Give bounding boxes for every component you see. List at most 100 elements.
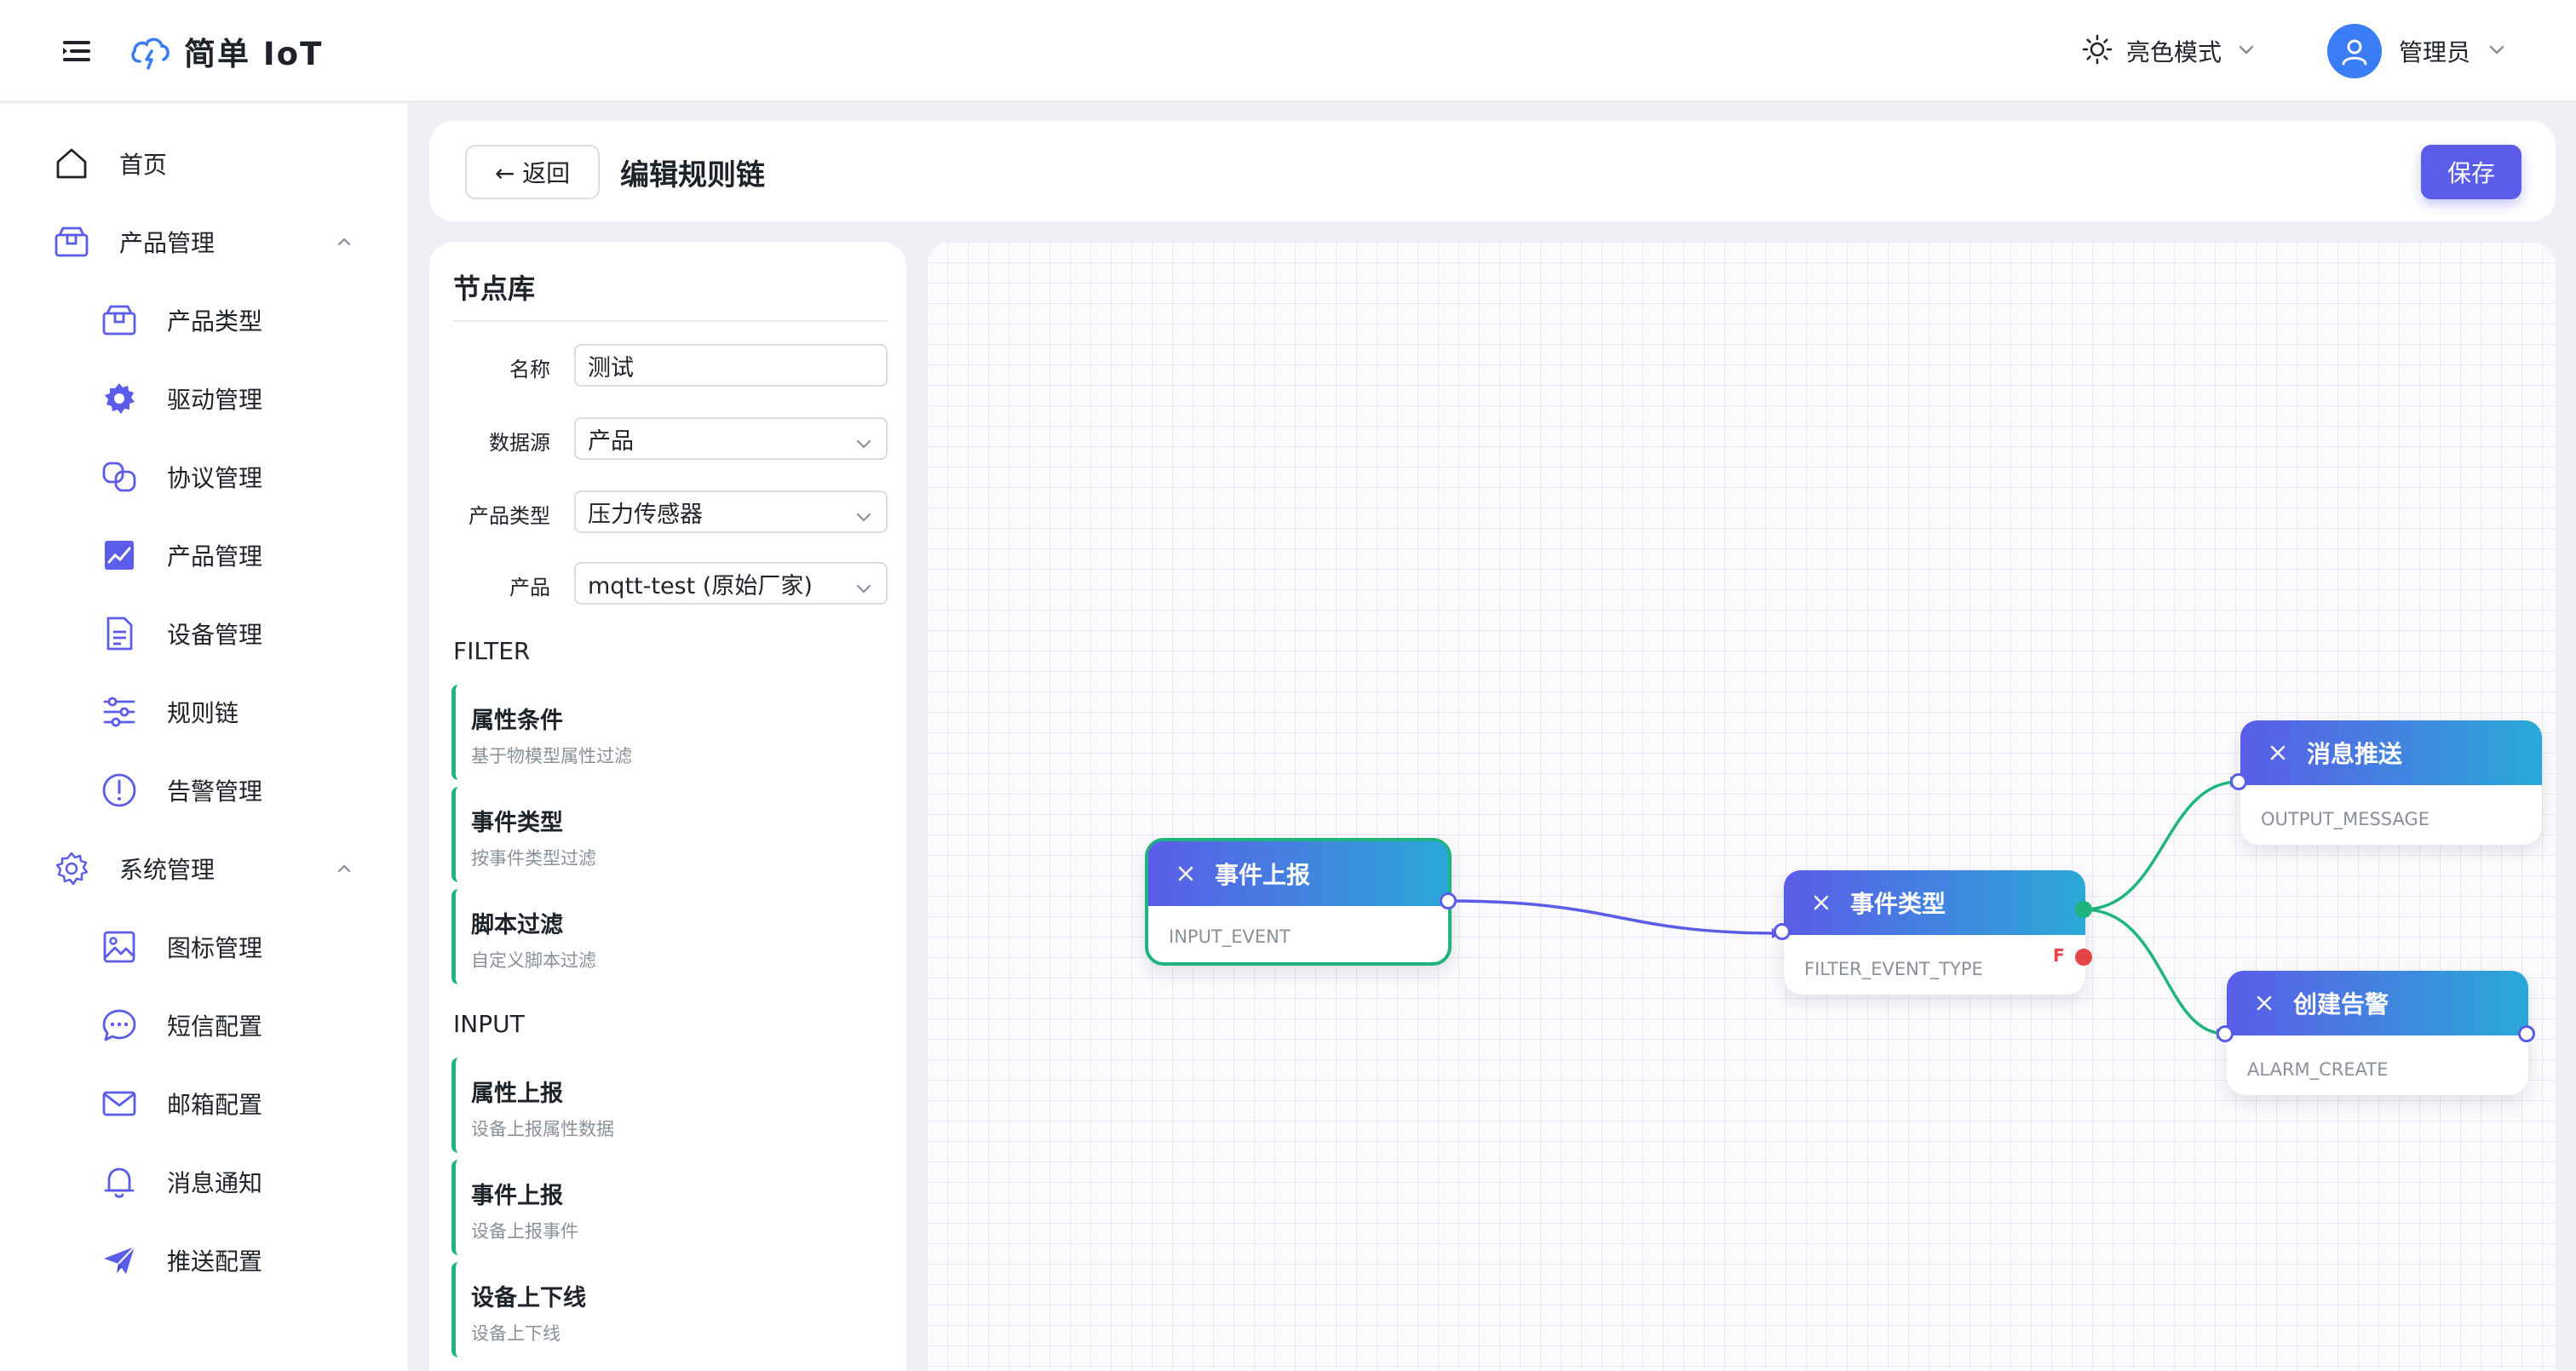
name-input[interactable]: 测试 <box>574 344 888 387</box>
theme-label: 亮色模式 <box>2126 38 2222 66</box>
page-header: ← 返回 编辑规则链 保存 <box>429 121 2556 221</box>
close-icon[interactable] <box>1174 862 1198 886</box>
input-port[interactable] <box>2230 773 2247 790</box>
chevron-down-icon <box>855 505 872 522</box>
product-select[interactable]: mqtt-test (原始厂家) <box>574 562 888 605</box>
product-type-select[interactable]: 压力传感器 <box>574 490 888 533</box>
sidebar-item-system-management[interactable]: 系统管理 <box>0 835 407 903</box>
chevron-up-icon <box>334 232 354 252</box>
top-bar: 简单 IoT 亮色模式 管理员 <box>0 0 2576 102</box>
node-name: 消息推送 <box>2307 740 2403 768</box>
flow-node-output-message[interactable]: 消息推送 OUTPUT_MESSAGE <box>2240 720 2542 845</box>
theme-switch[interactable]: 亮色模式 <box>2082 29 2256 73</box>
source-field-row: 数据源 产品 <box>453 417 888 460</box>
sidebar-item-device-management[interactable]: 设备管理 <box>0 599 407 668</box>
chevron-down-icon <box>855 577 872 594</box>
sidebar-item-rule-chain[interactable]: 规则链 <box>0 678 407 746</box>
library-node[interactable]: 事件上报 设备上报事件 <box>451 1160 888 1255</box>
node-name: 创建告警 <box>2293 990 2389 1018</box>
node-type: ALARM_CREATE <box>2247 1059 2389 1080</box>
source-select[interactable]: 产品 <box>574 417 888 460</box>
menu-toggle-icon[interactable] <box>60 36 94 66</box>
input-port[interactable] <box>2217 1025 2234 1042</box>
link-icon <box>99 456 140 497</box>
chart-icon <box>99 535 140 576</box>
name-label: 名称 <box>509 358 550 381</box>
gear-icon <box>99 378 140 419</box>
chevron-up-icon <box>334 858 354 879</box>
sidebar-item-mail-config[interactable]: 邮箱配置 <box>0 1070 407 1138</box>
sidebar-item-protocol-management[interactable]: 协议管理 <box>0 443 407 511</box>
sidebar-item-sms-config[interactable]: 短信配置 <box>0 991 407 1059</box>
false-output-port[interactable] <box>2075 949 2092 966</box>
flow-node-alarm-create[interactable]: 创建告警 ALARM_CREATE <box>2227 971 2528 1095</box>
node-type: INPUT_EVENT <box>1169 926 1291 947</box>
product-field-row: 产品 mqtt-test (原始厂家) <box>453 562 888 605</box>
true-output-port[interactable] <box>2075 901 2092 918</box>
brand[interactable]: 简单 IoT <box>128 26 323 77</box>
avatar <box>2327 24 2382 78</box>
back-button[interactable]: ← 返回 <box>465 145 600 199</box>
sidebar-item-product-management[interactable]: 产品管理 <box>0 208 407 276</box>
library-title: 节点库 <box>453 272 536 305</box>
node-type: OUTPUT_MESSAGE <box>2261 809 2430 829</box>
section-title-input: INPUT <box>453 1010 525 1038</box>
send-icon <box>99 1240 140 1281</box>
document-icon <box>99 613 140 654</box>
product-type-field-row: 产品类型 压力传感器 <box>453 490 888 533</box>
user-menu[interactable]: 管理员 <box>2327 22 2506 80</box>
node-name: 事件上报 <box>1215 861 1311 889</box>
box-icon <box>51 221 92 262</box>
node-type: FILTER_EVENT_TYPE <box>1804 959 1983 979</box>
sidebar-item-alarm-management[interactable]: 告警管理 <box>0 756 407 824</box>
library-node[interactable]: 属性上报 设备上报属性数据 <box>451 1058 888 1153</box>
sidebar-item-product-type[interactable]: 产品类型 <box>0 286 407 354</box>
alert-icon <box>99 770 140 811</box>
sidebar-item-product-management-sub[interactable]: 产品管理 <box>0 521 407 589</box>
sidebar-item-icon-management[interactable]: 图标管理 <box>0 913 407 981</box>
settings-icon <box>51 848 92 889</box>
close-icon[interactable] <box>1809 891 1833 915</box>
mail-icon <box>99 1083 140 1124</box>
user-icon <box>2342 39 2367 66</box>
close-icon[interactable] <box>2266 741 2290 765</box>
output-port[interactable] <box>1440 892 1457 909</box>
cloud-bolt-icon <box>128 29 172 73</box>
flow-node-filter-event-type[interactable]: 事件类型 FILTER_EVENT_TYPE <box>1784 870 2085 995</box>
sidebar: 首页 产品管理 产品类型 驱动管理 协议管理 产品管理 设备管理 规则链 告警管… <box>0 104 407 1371</box>
output-port[interactable] <box>2518 1025 2535 1042</box>
chevron-down-icon <box>855 432 872 449</box>
product-type-label: 产品类型 <box>469 504 550 528</box>
package-icon <box>99 300 140 341</box>
page-title: 编辑规则链 <box>620 158 765 192</box>
node-library-panel: 节点库 名称 测试 数据源 产品 产品类型 压力传感器 产品 mqtt-test… <box>429 242 906 1371</box>
source-label: 数据源 <box>489 431 550 455</box>
app-name: 简单 IoT <box>184 36 324 72</box>
flow-node-input-event[interactable]: 事件上报 INPUT_EVENT <box>1145 838 1452 966</box>
chat-icon <box>99 1005 140 1046</box>
sidebar-item-driver-management[interactable]: 驱动管理 <box>0 364 407 433</box>
false-port-label: F <box>2053 945 2065 966</box>
save-button[interactable]: 保存 <box>2421 145 2521 199</box>
sidebar-item-home[interactable]: 首页 <box>0 129 407 198</box>
chevron-down-icon <box>2487 40 2506 62</box>
library-node[interactable]: 事件类型 按事件类型过滤 <box>451 787 888 882</box>
close-icon[interactable] <box>2252 991 2276 1015</box>
chevron-down-icon <box>2237 40 2256 62</box>
user-name: 管理员 <box>2399 38 2471 66</box>
input-port[interactable] <box>1774 923 1791 940</box>
library-node[interactable]: 属性条件 基于物模型属性过滤 <box>451 685 888 780</box>
sun-icon <box>2082 34 2113 68</box>
product-label: 产品 <box>509 576 550 599</box>
library-node[interactable]: 设备上下线 设备上下线 <box>451 1262 888 1357</box>
name-field-row: 名称 测试 <box>453 344 888 387</box>
home-icon <box>51 143 92 184</box>
sidebar-item-notification[interactable]: 消息通知 <box>0 1148 407 1216</box>
library-node[interactable]: 脚本过滤 自定义脚本过滤 <box>451 889 888 984</box>
bell-icon <box>99 1162 140 1202</box>
node-name: 事件类型 <box>1850 890 1946 918</box>
section-title-filter: FILTER <box>453 637 531 665</box>
image-icon <box>99 926 140 967</box>
sidebar-item-push-config[interactable]: 推送配置 <box>0 1226 407 1294</box>
divider <box>453 320 888 322</box>
